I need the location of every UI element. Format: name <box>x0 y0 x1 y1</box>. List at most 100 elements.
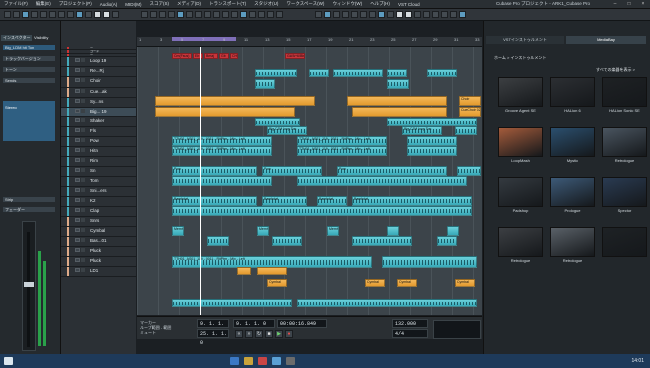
audio-event[interactable]: Bambdat <box>317 196 347 206</box>
toolbar-button[interactable] <box>213 11 220 18</box>
play-icon[interactable]: ▶ <box>275 330 283 338</box>
audio-event[interactable]: TTH01_AS01_119 - 0011 - RitPtrn - Mix - … <box>172 136 272 146</box>
track-row[interactable]: Shaker <box>61 117 136 127</box>
mute-solo-button[interactable] <box>81 238 85 242</box>
menu-item[interactable]: Audio(A) <box>96 2 122 7</box>
midi-part[interactable]: Cymbal <box>365 279 385 287</box>
midi-part[interactable]: Choir <box>459 96 481 106</box>
audio-event[interactable] <box>387 69 407 77</box>
mute-solo-button[interactable] <box>81 158 85 162</box>
audio-event[interactable]: TTH01_AS01_119 - 0011 - RitPtrn - Mix - … <box>297 136 387 146</box>
audio-event[interactable] <box>255 79 275 89</box>
toolbar-button[interactable] <box>150 11 157 18</box>
toolbar-button[interactable] <box>76 11 83 18</box>
track-row[interactable]: Cymbal <box>61 227 136 237</box>
taskbar-cubase-icon[interactable] <box>258 357 267 365</box>
toolbar-button[interactable] <box>378 11 385 18</box>
toolbar-button[interactable] <box>40 11 47 18</box>
menu-item[interactable]: 編集(E) <box>32 1 55 7</box>
track-row[interactable]: Clap <box>61 207 136 217</box>
audio-event[interactable] <box>333 69 383 77</box>
track-row[interactable]: Choir <box>61 77 136 88</box>
toolbar-button[interactable] <box>324 11 331 18</box>
audio-event[interactable]: Bambdat <box>352 196 472 206</box>
midi-part[interactable] <box>155 96 315 106</box>
track-row[interactable]: Re...Rj <box>61 67 136 77</box>
audio-event[interactable] <box>255 118 300 126</box>
mute-solo-button[interactable] <box>81 78 85 82</box>
chord-event[interactable]: G#/A+6/Bb <box>285 53 305 59</box>
toolbar-button[interactable] <box>369 11 376 18</box>
signature-display[interactable]: 4/4 <box>392 329 428 338</box>
inspector-row-tone[interactable]: トーン <box>3 67 55 72</box>
instrument-tile[interactable]: HALion Sonic SE <box>602 77 647 114</box>
menu-item[interactable]: スタジオ(U) <box>250 1 282 7</box>
audio-event[interactable] <box>382 256 477 268</box>
mute-solo-button[interactable] <box>81 268 85 272</box>
stop-icon[interactable]: ■ <box>265 330 273 338</box>
audio-event[interactable] <box>309 69 329 77</box>
audio-event[interactable]: MemHit <box>257 226 269 236</box>
minimize-icon[interactable]: – <box>608 0 622 8</box>
audio-event[interactable] <box>255 69 297 77</box>
track-row[interactable]: Hitn <box>61 147 136 157</box>
right-locator[interactable]: 25. 1. 1. 0 <box>197 329 229 346</box>
track-row[interactable]: Rim <box>61 157 136 167</box>
toolbar-button[interactable] <box>103 11 110 18</box>
audio-event[interactable] <box>352 236 412 246</box>
toolbar-button[interactable] <box>31 11 38 18</box>
fader-handle[interactable] <box>24 282 34 287</box>
tempo-display[interactable]: 132.000 <box>392 319 428 328</box>
chord-event[interactable]: Gb <box>219 53 229 59</box>
tab-inspector[interactable]: インスペクター <box>1 35 33 41</box>
toolbar-button[interactable] <box>22 11 29 18</box>
mute-solo-button[interactable] <box>81 138 85 142</box>
record-icon[interactable]: ● <box>285 330 293 338</box>
toolbar-button[interactable] <box>387 11 394 18</box>
mute-solo-button[interactable] <box>81 248 85 252</box>
toolbar-button[interactable] <box>351 11 358 18</box>
menu-item[interactable]: ウィンドウ(W) <box>328 1 366 7</box>
track-row[interactable]: Sni...ers <box>61 187 136 197</box>
tab-mediabay[interactable]: MediaBay <box>566 36 646 44</box>
project-cursor[interactable] <box>200 47 201 315</box>
audio-event[interactable]: Bambdat <box>262 196 307 206</box>
audio-event[interactable]: MemHit <box>172 226 184 236</box>
track-row[interactable]: LD1 <box>61 267 136 277</box>
menu-item[interactable]: メディア(D) <box>173 1 205 7</box>
mute-solo-button[interactable] <box>81 168 85 172</box>
toolbar-button[interactable] <box>360 11 367 18</box>
toolbar-button[interactable] <box>94 11 101 18</box>
menu-item[interactable]: スコア(S) <box>146 1 174 7</box>
menu-item[interactable]: プロジェクト(P) <box>55 1 96 7</box>
toolbar-button[interactable] <box>315 11 322 18</box>
inspector-row-versions[interactable]: トラックバージョン <box>3 56 55 61</box>
breadcrumb[interactable]: ホーム > インストゥルメント <box>494 55 546 61</box>
forward-icon[interactable]: » <box>245 330 253 338</box>
toolbar-button[interactable] <box>231 11 238 18</box>
audio-event[interactable]: Bambdat <box>172 196 257 206</box>
track-row[interactable]: Snrs <box>61 217 136 227</box>
midi-part[interactable] <box>257 267 287 275</box>
inspector-row-fader[interactable]: フェーダー <box>3 207 55 212</box>
mute-solo-button[interactable] <box>81 89 85 93</box>
audio-event[interactable] <box>297 176 467 186</box>
track-row[interactable]: K2 <box>61 197 136 207</box>
audio-event[interactable]: Pow <box>172 166 257 176</box>
audio-event[interactable] <box>387 79 409 89</box>
instrument-tile[interactable]: Groove Agent SE <box>498 77 543 114</box>
audio-event[interactable] <box>407 136 457 146</box>
close-icon[interactable]: × <box>636 0 650 8</box>
toolbar-button[interactable] <box>177 11 184 18</box>
mute-solo-button[interactable] <box>81 109 85 113</box>
taskbar-app-icon[interactable] <box>230 357 239 365</box>
instrument-tile[interactable]: Mystic <box>550 127 595 164</box>
toolbar-button[interactable] <box>112 11 119 18</box>
toolbar-button[interactable] <box>13 11 20 18</box>
show-all-link[interactable]: すべての楽器を表示 > <box>596 67 635 73</box>
instrument-tile[interactable]: Spector <box>602 177 647 214</box>
track-row[interactable]: Pow <box>61 137 136 147</box>
position-display[interactable]: 9. 1. 1. 0 <box>233 319 275 328</box>
mute-solo-button[interactable] <box>81 218 85 222</box>
marker-item[interactable]: ミュート <box>140 330 171 335</box>
